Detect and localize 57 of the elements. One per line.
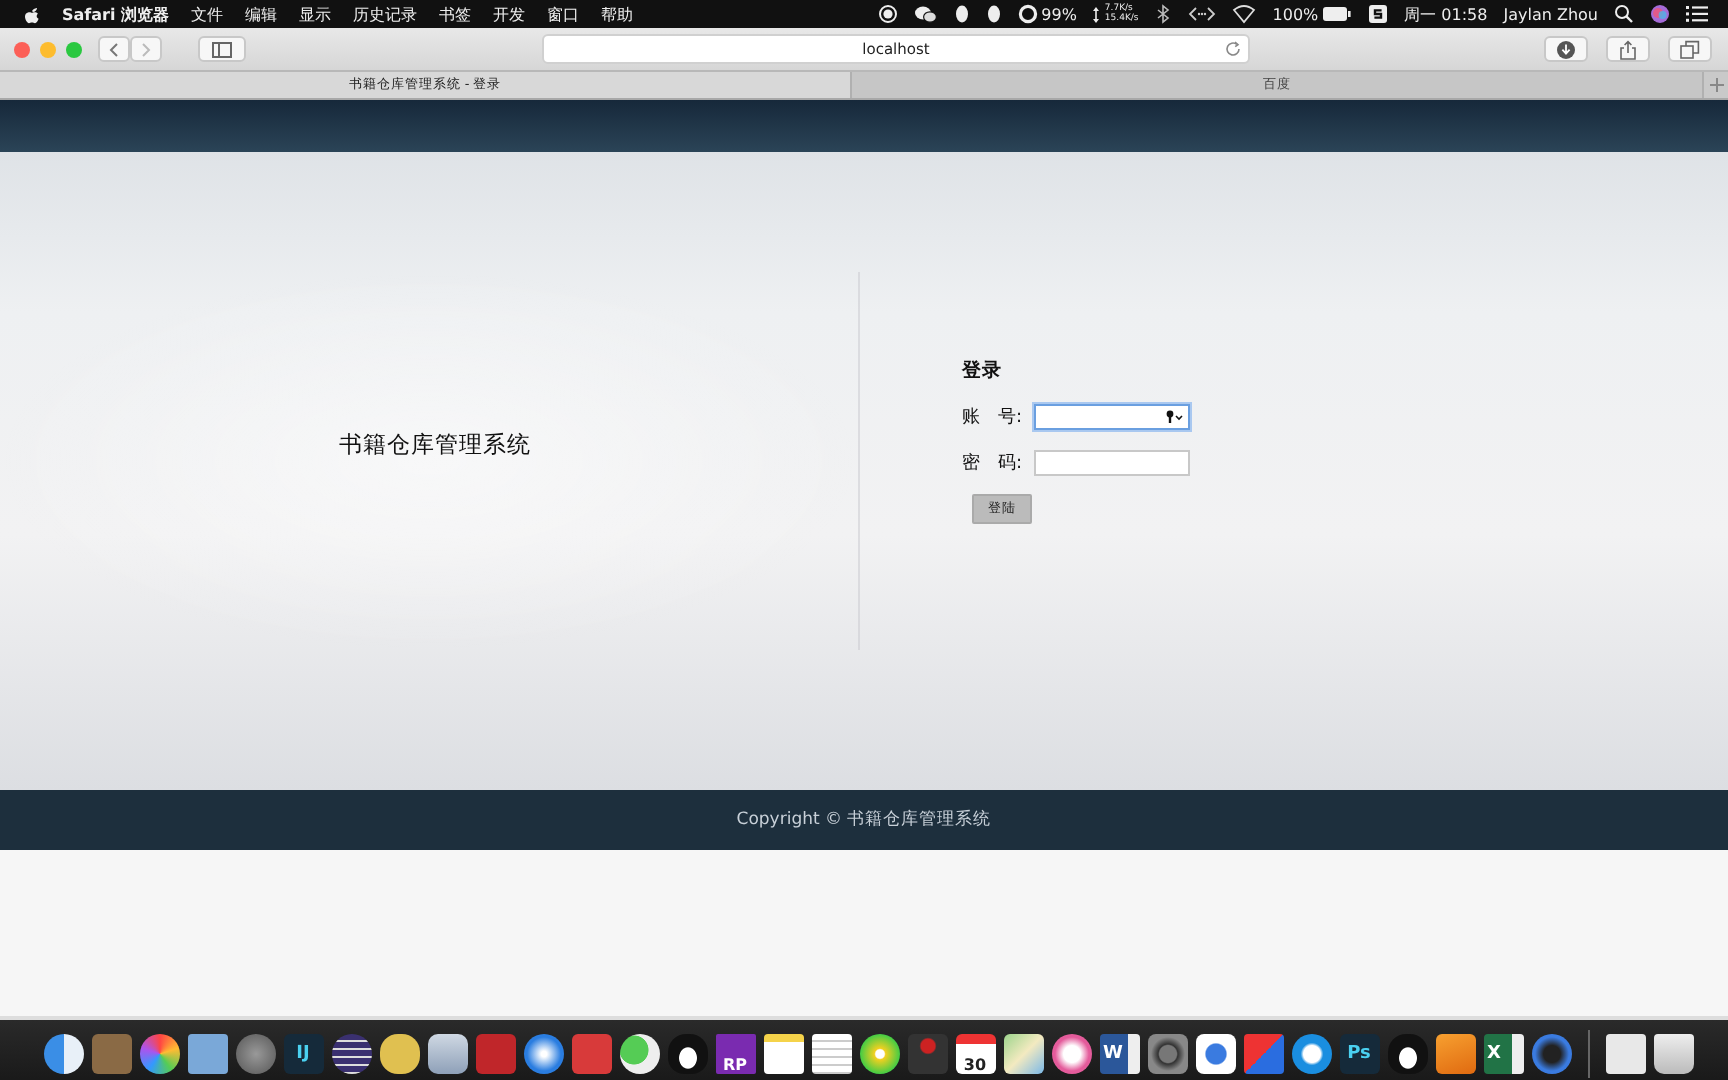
chevron-left-icon: [108, 41, 120, 57]
site-title: 书籍仓库管理系统: [339, 430, 531, 460]
tabs-icon: [1680, 39, 1700, 59]
battery-icon[interactable]: [1322, 4, 1353, 24]
status-text: Jaylan Zhou: [1503, 5, 1598, 23]
menu-item[interactable]: 编辑: [245, 3, 278, 25]
login-title: 登录: [962, 358, 1002, 384]
menu-item[interactable]: 开发: [493, 3, 526, 25]
download-button[interactable]: [1544, 36, 1588, 62]
calendar-icon[interactable]: 30: [955, 1033, 995, 1073]
record-icon[interactable]: [877, 4, 898, 24]
wifi-icon[interactable]: [1232, 4, 1257, 24]
app-menu[interactable]: Safari 浏览器: [62, 3, 170, 25]
field-label: 账 号:: [962, 405, 1023, 430]
input-field[interactable]: [1034, 450, 1191, 476]
menu-item[interactable]: 显示: [299, 3, 332, 25]
chevron-right-icon: [140, 41, 152, 57]
list-icon[interactable]: [811, 1033, 851, 1073]
code-icon[interactable]: [1188, 4, 1217, 24]
ring-icon[interactable]: [1017, 4, 1038, 24]
sidebar-button[interactable]: [198, 36, 246, 62]
menu-item[interactable]: 历史记录: [353, 3, 418, 25]
status-text: 100%: [1272, 5, 1319, 23]
key-icon[interactable]: [1166, 410, 1185, 424]
input-field[interactable]: [1034, 404, 1191, 430]
chat-icon[interactable]: [619, 1033, 659, 1073]
apple-icon[interactable]: [24, 5, 40, 23]
app-tile-icon[interactable]: Ps: [1339, 1033, 1379, 1073]
document-icon[interactable]: W: [1099, 1033, 1139, 1073]
search-icon[interactable]: [1614, 4, 1634, 24]
app-tile-icon[interactable]: RP: [715, 1033, 755, 1073]
app-tile-icon[interactable]: IJ: [283, 1033, 323, 1073]
menu-item[interactable]: 文件: [191, 3, 224, 25]
share-button[interactable]: [1606, 36, 1650, 62]
disc-icon[interactable]: [859, 1033, 899, 1073]
blob-icon[interactable]: [379, 1033, 419, 1073]
field-label: 密 码:: [962, 451, 1023, 476]
menu-item[interactable]: 书签: [439, 3, 472, 25]
orb-icon[interactable]: [1650, 4, 1670, 24]
download-icon: [1556, 39, 1576, 59]
chat-icon[interactable]: [913, 4, 938, 24]
back-button[interactable]: [98, 36, 130, 62]
tabs-button[interactable]: [1668, 36, 1712, 62]
share-icon: [1618, 39, 1638, 59]
s-box-icon[interactable]: [1368, 4, 1389, 24]
menu-item[interactable]: 窗口: [547, 3, 580, 25]
updown-arrow-icon: [1092, 5, 1101, 23]
bluetooth-icon[interactable]: [1154, 4, 1173, 24]
status-text[interactable]: 周一 01:58: [1404, 3, 1488, 25]
spreadsheet-icon[interactable]: X: [1483, 1033, 1523, 1073]
footer-text: Copyright © 书籍仓库管理系统: [736, 808, 992, 832]
menu-item[interactable]: 帮助: [601, 3, 634, 25]
notepad-icon[interactable]: [763, 1033, 803, 1073]
list-icon[interactable]: [1686, 4, 1708, 24]
status-text: 99%: [1041, 5, 1077, 23]
reload-icon[interactable]: [1224, 40, 1242, 58]
sidebar-icon: [212, 41, 232, 57]
